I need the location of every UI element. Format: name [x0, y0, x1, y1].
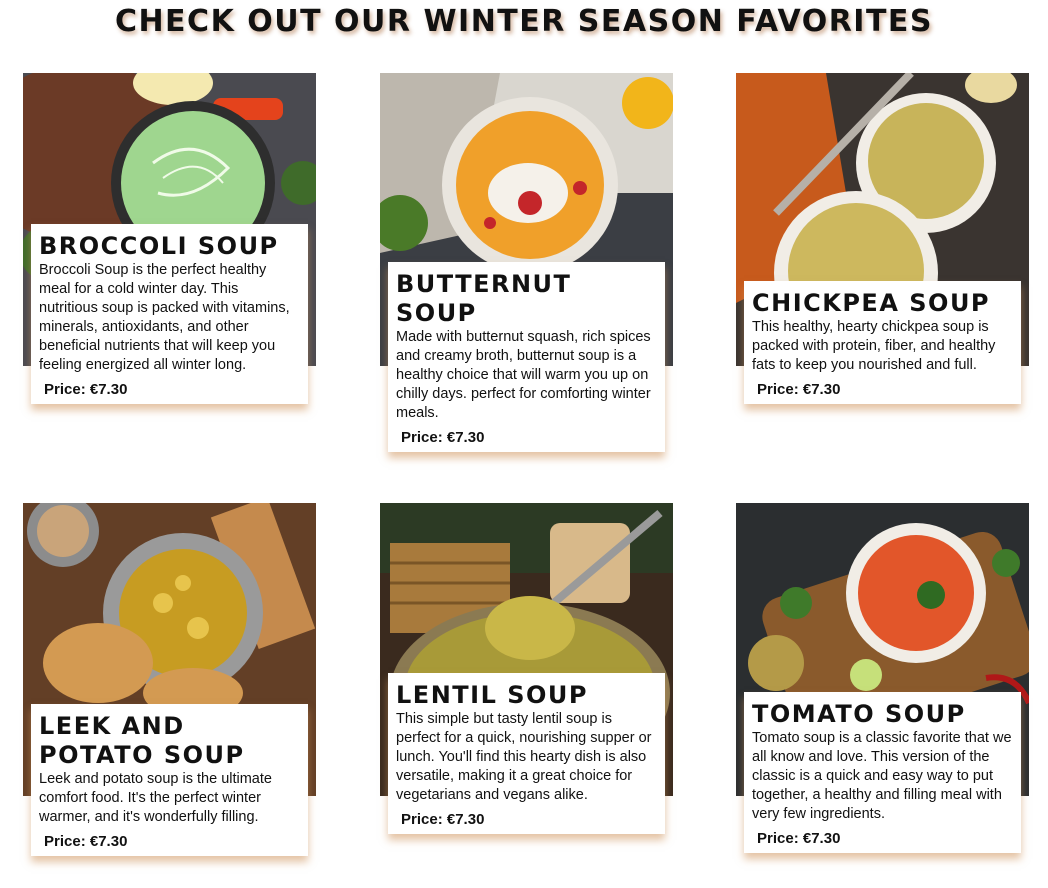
price-label: Price: — [401, 429, 443, 446]
soup-description: This healthy, hearty chickpea soup is pa… — [752, 319, 996, 373]
soup-card-leek-potato: LEEK AND POTATO SOUP Leek and potato sou… — [23, 503, 316, 873]
soup-info-panel: LENTIL SOUP This simple but tasty lentil… — [388, 673, 665, 834]
soup-name: LENTIL SOUP — [396, 681, 588, 709]
soup-info-panel: TOMATO SOUP Tomato soup is a classic fav… — [744, 692, 1021, 853]
soup-card-lentil: LENTIL SOUP This simple but tasty lentil… — [380, 503, 673, 873]
price-value: €7.30 — [446, 429, 485, 446]
soup-name: CHICKPEA SOUP — [752, 289, 991, 317]
price-value: €7.30 — [89, 381, 128, 398]
soup-info-panel: LEEK AND POTATO SOUP Leek and potato sou… — [31, 704, 308, 856]
soup-name: LEEK AND POTATO SOUP — [39, 712, 245, 769]
soup-info-panel: BUTTERNUT SOUP Made with butternut squas… — [388, 262, 665, 452]
soup-price: Price: €7.30 — [401, 811, 657, 828]
price-label: Price: — [757, 830, 799, 847]
soup-price: Price: €7.30 — [44, 833, 300, 850]
soup-card-tomato: TOMATO SOUP Tomato soup is a classic fav… — [736, 503, 1029, 873]
price-value: €7.30 — [446, 811, 485, 828]
price-value: €7.30 — [802, 381, 841, 398]
soup-description: Broccoli Soup is the perfect healthy mea… — [39, 262, 290, 373]
price-label: Price: — [401, 811, 443, 828]
soup-info-panel: CHICKPEA SOUP This healthy, hearty chick… — [744, 281, 1021, 404]
soup-info-panel: BROCCOLI SOUP Broccoli Soup is the perfe… — [31, 224, 308, 404]
soup-card-butternut: BUTTERNUT SOUP Made with butternut squas… — [380, 73, 673, 452]
soup-name: TOMATO SOUP — [752, 700, 966, 728]
soup-price: Price: €7.30 — [757, 830, 1013, 847]
price-label: Price: — [757, 381, 799, 398]
price-label: Price: — [44, 833, 86, 850]
soup-card-chickpea: CHICKPEA SOUP This healthy, hearty chick… — [736, 73, 1029, 443]
soup-description: This simple but tasty lentil soup is per… — [396, 711, 652, 803]
soup-price: Price: €7.30 — [44, 381, 300, 398]
soup-price: Price: €7.30 — [401, 429, 657, 446]
soup-name: BROCCOLI SOUP — [39, 232, 279, 260]
soup-description: Leek and potato soup is the ultimate com… — [39, 771, 272, 825]
soup-price: Price: €7.30 — [757, 381, 1013, 398]
page-title: CHECK OUT OUR WINTER SEASON FAVORITES — [114, 4, 934, 39]
soup-description: Tomato soup is a classic favorite that w… — [752, 730, 1012, 822]
price-value: €7.30 — [802, 830, 841, 847]
price-label: Price: — [44, 381, 86, 398]
price-value: €7.30 — [89, 833, 128, 850]
soup-card-broccoli: BROCCOLI SOUP Broccoli Soup is the perfe… — [23, 73, 316, 443]
soup-name: BUTTERNUT SOUP — [396, 270, 572, 327]
soup-description: Made with butternut squash, rich spices … — [396, 329, 651, 421]
